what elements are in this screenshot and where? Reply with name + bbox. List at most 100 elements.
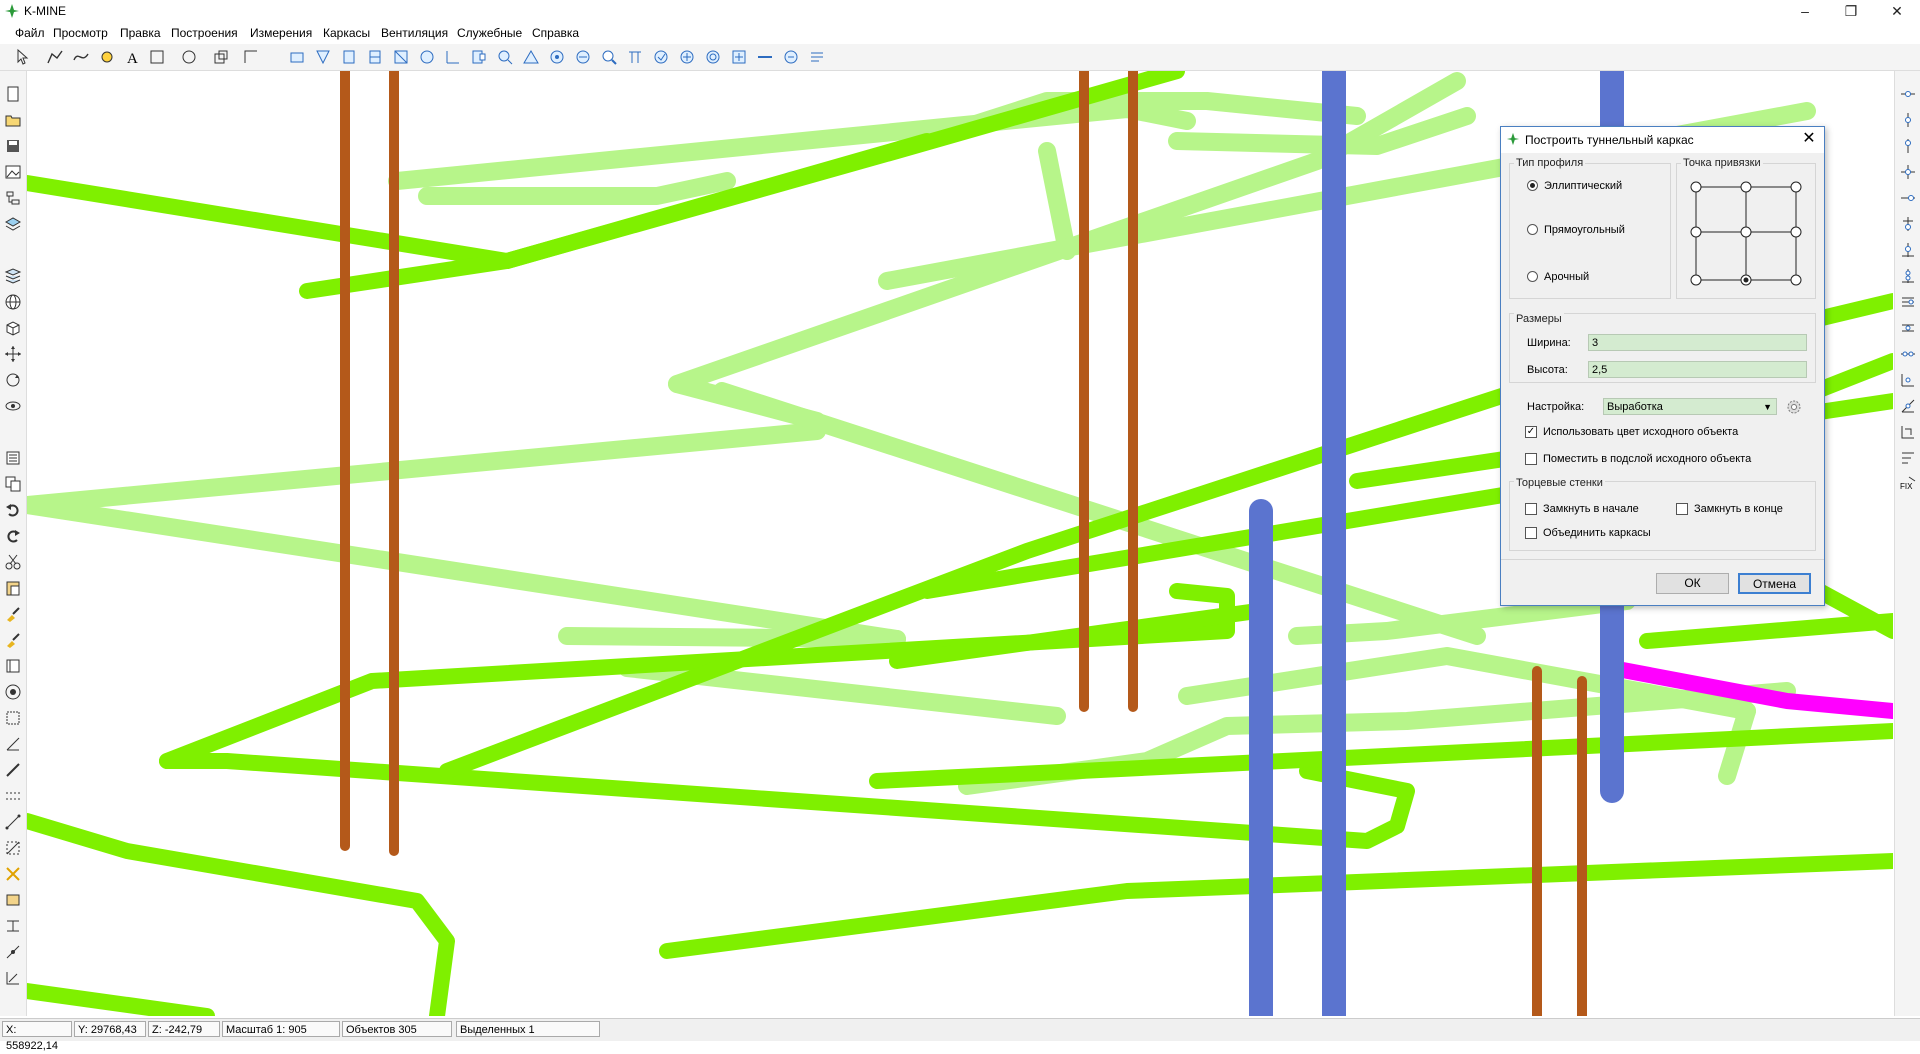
- menu-view[interactable]: Просмотр: [53, 26, 108, 40]
- close-icon[interactable]: ✕: [1874, 0, 1920, 22]
- frame-tool-10-icon[interactable]: [522, 48, 540, 66]
- frame-tool-16-icon[interactable]: [678, 48, 696, 66]
- properties-icon[interactable]: [4, 657, 22, 675]
- frame-tool-19-icon[interactable]: [756, 48, 774, 66]
- gear-icon[interactable]: [1785, 398, 1803, 416]
- vertex-tool-4-icon[interactable]: [1899, 163, 1917, 181]
- dotted-line-icon[interactable]: [4, 787, 22, 805]
- paste-icon[interactable]: [4, 579, 22, 597]
- frame-tool-13-icon[interactable]: [600, 48, 618, 66]
- menu-service[interactable]: Служебные: [457, 26, 522, 40]
- frame-tool-12-icon[interactable]: [574, 48, 592, 66]
- frame-tool-1-icon[interactable]: [288, 48, 306, 66]
- height-input[interactable]: 2,5: [1588, 361, 1807, 378]
- menu-ventilation[interactable]: Вентиляция: [381, 26, 448, 40]
- measure-line-icon[interactable]: [4, 761, 22, 779]
- frame-tool-9-icon[interactable]: [496, 48, 514, 66]
- text-icon[interactable]: A: [124, 48, 142, 66]
- copy-icon[interactable]: [4, 475, 22, 493]
- brush-icon[interactable]: [4, 605, 22, 623]
- frame-select-icon[interactable]: [4, 709, 22, 727]
- width-input[interactable]: 3: [1588, 334, 1807, 351]
- vertex-tool-6-icon[interactable]: [1899, 215, 1917, 233]
- setting-select[interactable]: Выработка ▼: [1603, 398, 1777, 415]
- layers-tree-icon[interactable]: [4, 189, 22, 207]
- menu-measurements[interactable]: Измерения: [250, 26, 312, 40]
- vertex-tool-2-icon[interactable]: [1899, 111, 1917, 129]
- rotate-icon[interactable]: [4, 371, 22, 389]
- vertex-tool-5-icon[interactable]: [1899, 189, 1917, 207]
- frame-tool-8-icon[interactable]: [470, 48, 488, 66]
- measure-angle-icon[interactable]: [4, 735, 22, 753]
- frame-tool-6-icon[interactable]: [418, 48, 436, 66]
- close-start-checkbox[interactable]: [1525, 503, 1537, 515]
- vertex-tool-14-icon[interactable]: [1899, 423, 1917, 441]
- move-icon[interactable]: [4, 345, 22, 363]
- snap-2-icon[interactable]: [4, 969, 22, 987]
- polyline-icon[interactable]: [46, 48, 64, 66]
- brush-2-icon[interactable]: [4, 631, 22, 649]
- frame-tool-2-icon[interactable]: [314, 48, 332, 66]
- vertex-tool-10-icon[interactable]: [1899, 319, 1917, 337]
- frame-tool-14-icon[interactable]: [626, 48, 644, 66]
- stack-icon[interactable]: [4, 267, 22, 285]
- menu-file[interactable]: Файл: [15, 26, 45, 40]
- redo-icon[interactable]: [4, 527, 22, 545]
- use-source-color-checkbox[interactable]: ✓: [1525, 426, 1537, 438]
- vertex-tool-15-icon[interactable]: [1899, 449, 1917, 467]
- undo-icon[interactable]: [4, 501, 22, 519]
- profile-rectangular-radio[interactable]: [1527, 224, 1538, 235]
- vertex-tool-12-icon[interactable]: [1899, 371, 1917, 389]
- point-icon[interactable]: [98, 48, 116, 66]
- menu-frames[interactable]: Каркасы: [323, 26, 370, 40]
- select-box-icon[interactable]: [4, 839, 22, 857]
- rectangle-tool-icon[interactable]: [148, 48, 166, 66]
- align-icon[interactable]: [4, 917, 22, 935]
- cube-icon[interactable]: [4, 319, 22, 337]
- vertex-tool-7-icon[interactable]: [1899, 241, 1917, 259]
- vertex-tool-8-icon[interactable]: [1899, 267, 1917, 285]
- frame-tool-5-icon[interactable]: [392, 48, 410, 66]
- circle-tool-icon[interactable]: [180, 48, 198, 66]
- profile-arched-radio[interactable]: [1527, 271, 1538, 282]
- angle-tool-icon[interactable]: [242, 48, 260, 66]
- menu-help[interactable]: Справка: [532, 26, 579, 40]
- restore-icon[interactable]: ❐: [1828, 0, 1874, 22]
- shape-tool-icon[interactable]: [212, 48, 230, 66]
- profile-elliptic-radio[interactable]: [1527, 180, 1538, 191]
- menu-edit[interactable]: Правка: [120, 26, 161, 40]
- diagonal-line-icon[interactable]: [4, 813, 22, 831]
- layers-stack-icon[interactable]: [4, 215, 22, 233]
- fill-icon[interactable]: [4, 891, 22, 909]
- select-arrow-icon[interactable]: [14, 48, 32, 66]
- new-file-icon[interactable]: [4, 85, 22, 103]
- frame-tool-21-icon[interactable]: [808, 48, 826, 66]
- frame-tool-3-icon[interactable]: [340, 48, 358, 66]
- save-icon[interactable]: [4, 137, 22, 155]
- orbit-icon[interactable]: [4, 397, 22, 415]
- delete-cross-icon[interactable]: [4, 865, 22, 883]
- globe-icon[interactable]: [4, 293, 22, 311]
- frame-tool-7-icon[interactable]: [444, 48, 462, 66]
- snap-icon[interactable]: [4, 943, 22, 961]
- vertex-tool-1-icon[interactable]: [1899, 85, 1917, 103]
- dialog-close-icon[interactable]: ✕: [1800, 130, 1818, 148]
- ok-button[interactable]: ОК: [1656, 573, 1729, 594]
- frame-tool-15-icon[interactable]: [652, 48, 670, 66]
- merge-frames-checkbox[interactable]: [1525, 527, 1537, 539]
- vertex-tool-13-icon[interactable]: [1899, 397, 1917, 415]
- frame-tool-20-icon[interactable]: [782, 48, 800, 66]
- frame-tool-11-icon[interactable]: [548, 48, 566, 66]
- minimize-icon[interactable]: –: [1782, 0, 1828, 22]
- open-folder-icon[interactable]: [4, 111, 22, 129]
- fix-icon[interactable]: FIX: [1899, 475, 1917, 493]
- curve-icon[interactable]: [72, 48, 90, 66]
- frame-tool-17-icon[interactable]: [704, 48, 722, 66]
- close-end-checkbox[interactable]: [1676, 503, 1688, 515]
- list-icon[interactable]: [4, 449, 22, 467]
- vertex-tool-3-icon[interactable]: [1899, 137, 1917, 155]
- frame-tool-4-icon[interactable]: [366, 48, 384, 66]
- vertex-tool-11-icon[interactable]: [1899, 345, 1917, 363]
- vertex-tool-9-icon[interactable]: [1899, 293, 1917, 311]
- place-sublayer-checkbox[interactable]: [1525, 453, 1537, 465]
